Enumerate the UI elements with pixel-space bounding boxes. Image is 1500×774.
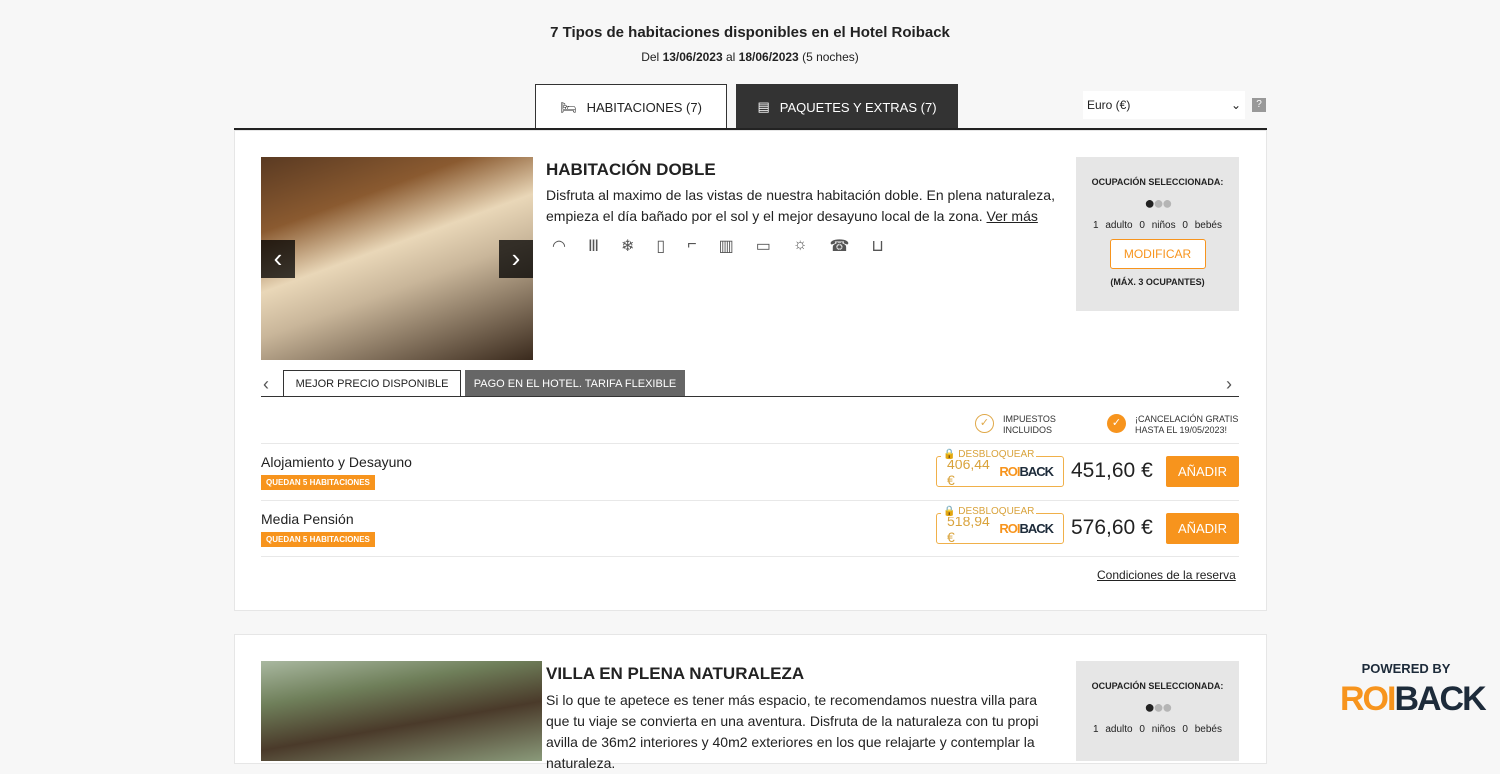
room-name: VILLA EN PLENA NATURALEZA: [546, 664, 805, 683]
unlock-label: 🔒 DESBLOQUEAR: [941, 449, 1037, 460]
add-button[interactable]: AÑADIR: [1166, 456, 1239, 487]
toiletries-icon: ▯: [656, 238, 666, 255]
package-icon: ▤: [757, 99, 770, 114]
board-type: Media Pensión: [261, 511, 354, 527]
rate-tab-pay-at-hotel[interactable]: PAGO EN EL HOTEL. TARIFA FLEXIBLE: [465, 370, 685, 397]
divider: [261, 500, 1239, 501]
divider: [261, 556, 1239, 557]
amenities: ◠ Ⅲ ❄ ▯ ⌐ ▥ ▭ ☼ ☎ ⊔: [552, 236, 884, 256]
free-cancellation: ¡CANCELACIÓN GRATIS HASTA EL 19/05/2023!: [1135, 414, 1239, 435]
occupancy-box: OCUPACIÓN SELECCIONADA: ●●● 1 adulto 0 n…: [1076, 661, 1239, 761]
see-more-link[interactable]: Ver más: [987, 208, 1038, 224]
unlock-price-button[interactable]: 🔒 DESBLOQUEAR 406,44 € ROIBACK: [936, 449, 1064, 488]
max-occupants: (MÁX. 3 OCUPANTES): [1110, 277, 1205, 287]
room-name: HABITACIÓN DOBLE: [546, 160, 716, 179]
tab-rooms[interactable]: 🛏 HABITACIONES (7): [535, 84, 727, 130]
tab-packages[interactable]: ▤ PAQUETES Y EXTRAS (7): [736, 84, 958, 130]
member-price: 406,44 €: [947, 455, 990, 488]
price: 576,60 €: [1071, 516, 1153, 539]
heating-icon: Ⅲ: [587, 238, 599, 255]
unlock-label: 🔒 DESBLOQUEAR: [941, 506, 1037, 517]
minibar-icon: ▥: [718, 238, 734, 255]
help-icon[interactable]: ?: [1252, 98, 1266, 112]
powered-by-label: POWERED BY: [1361, 661, 1451, 676]
check-circle-icon: ✓: [975, 414, 994, 433]
hairdryer-icon: ⌐: [687, 236, 697, 253]
rates-next-icon[interactable]: ›: [1226, 374, 1232, 395]
air-conditioning-icon: ❄: [621, 238, 635, 255]
room-description: Disfruta al maximo de las vistas de nues…: [546, 187, 1055, 224]
room-photo: [261, 157, 533, 360]
unlock-price-button[interactable]: 🔒 DESBLOQUEAR 518,94 € ROIBACK: [936, 506, 1064, 545]
modify-button[interactable]: MODIFICAR: [1109, 239, 1206, 269]
tab-label: PAQUETES Y EXTRAS (7): [779, 99, 937, 115]
taxes-included: IMPUESTOS INCLUIDOS: [1003, 414, 1056, 435]
rates-prev-icon[interactable]: ‹: [263, 374, 269, 395]
occupancy-title: OCUPACIÓN SELECCIONADA:: [1091, 681, 1224, 691]
tv-icon: ▭: [755, 238, 771, 255]
wifi-icon: ◠: [552, 238, 566, 255]
divider: [261, 443, 1239, 444]
currency-select[interactable]: Euro (€) ⌄: [1083, 91, 1245, 119]
phone-icon: ☎: [829, 238, 850, 255]
stay-dates: Del 13/06/2023 al 18/06/2023 (5 noches): [641, 50, 859, 64]
rate-tabs-divider: [261, 396, 1239, 397]
terrace-icon: ☼: [792, 236, 808, 253]
photo-next-button[interactable]: ›: [499, 240, 533, 278]
bed-icon: 🛏: [560, 99, 577, 115]
availability-badge: QUEDAN 5 HABITACIONES: [261, 475, 375, 490]
occupancy-title: OCUPACIÓN SELECCIONADA:: [1091, 177, 1224, 187]
member-price: 518,94 €: [947, 512, 990, 545]
occupancy-counts: 1 adulto 0 niños 0 bebés: [1093, 724, 1222, 735]
tab-label: HABITACIONES (7): [586, 100, 702, 115]
chevron-down-icon: ⌄: [1230, 98, 1241, 112]
badge-check-icon: ✓: [1107, 414, 1126, 433]
photo-prev-button[interactable]: ‹: [261, 240, 295, 278]
occupants-icon: ●●●: [1144, 697, 1173, 717]
occupancy-counts: 1 adulto 0 niños 0 bebés: [1093, 220, 1222, 231]
rate-tab-best-price[interactable]: MEJOR PRECIO DISPONIBLE: [283, 370, 461, 397]
roiback-logo: ROIBACK: [999, 464, 1054, 479]
booking-conditions-link[interactable]: Condiciones de la reserva: [1097, 568, 1236, 582]
occupants-icon: ●●●: [1144, 193, 1173, 213]
add-button[interactable]: AÑADIR: [1166, 513, 1239, 544]
xxl-bed-icon: ⊔: [871, 238, 884, 255]
availability-badge: QUEDAN 5 HABITACIONES: [261, 532, 375, 547]
currency-value: Euro (€): [1087, 98, 1131, 112]
room-photo: [261, 661, 542, 761]
price: 451,60 €: [1071, 459, 1153, 482]
room-description: Si lo que te apetece es tener más espaci…: [546, 692, 1039, 771]
page-title: 7 Tipos de habitaciones disponibles en e…: [550, 24, 950, 41]
roiback-brand-logo: ROIBACK: [1340, 680, 1487, 718]
roiback-logo: ROIBACK: [999, 521, 1054, 536]
occupancy-box: OCUPACIÓN SELECCIONADA: ●●● 1 adulto 0 n…: [1076, 157, 1239, 311]
board-type: Alojamiento y Desayuno: [261, 454, 412, 470]
